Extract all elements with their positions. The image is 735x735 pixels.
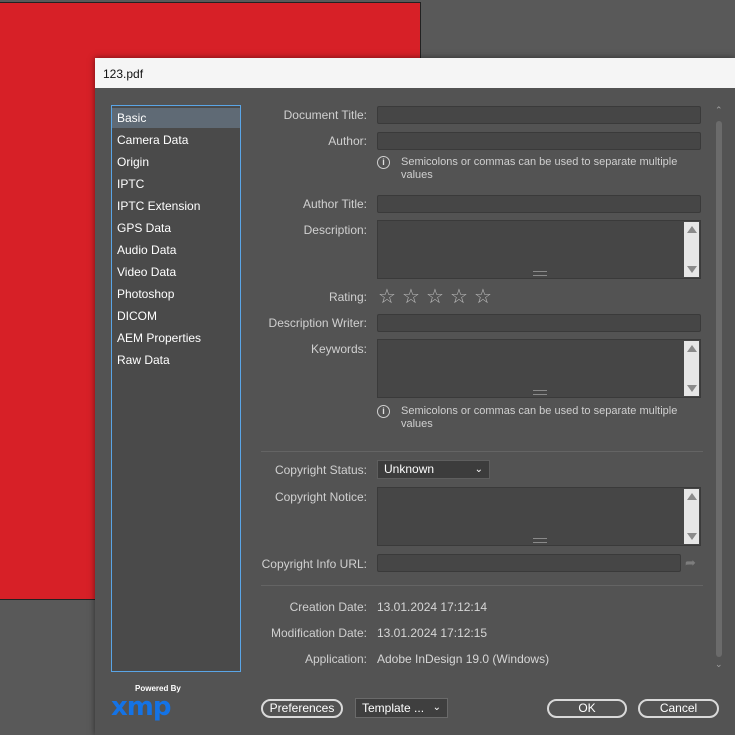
application-label: Application:: [304, 652, 367, 666]
application-value: Adobe InDesign 19.0 (Windows): [377, 652, 550, 666]
copyright-url-label: Copyright Info URL:: [261, 557, 367, 571]
keywords-label: Keywords:: [310, 342, 367, 356]
info-icon: i: [377, 405, 390, 418]
info-icon: i: [377, 156, 390, 169]
author-field[interactable]: [377, 132, 701, 150]
divider: [261, 585, 703, 586]
scroll-down-icon[interactable]: ⌄: [715, 659, 723, 670]
scroll-down-icon[interactable]: [687, 385, 697, 392]
star-outline-icon[interactable]: ☆: [401, 287, 421, 307]
copyright-status-value: Unknown: [384, 462, 435, 476]
keywords-textarea[interactable]: [377, 339, 701, 398]
scroll-up-icon[interactable]: [687, 345, 697, 352]
sidebar-item-origin[interactable]: Origin: [112, 152, 240, 172]
chevron-down-icon: ⌄: [432, 702, 441, 713]
file-info-dialog: 123.pdf Basic Camera Data Origin IPTC IP…: [95, 58, 735, 735]
author-title-label: Author Title:: [302, 197, 367, 211]
sidebar-item-gps-data[interactable]: GPS Data: [112, 218, 240, 238]
sidebar-item-photoshop[interactable]: Photoshop: [112, 284, 240, 304]
scroll-up-icon[interactable]: ⌃: [715, 105, 723, 116]
divider: [261, 451, 703, 452]
description-writer-field[interactable]: [377, 314, 701, 332]
resize-grip-icon[interactable]: [533, 538, 547, 543]
star-outline-icon[interactable]: ☆: [449, 287, 469, 307]
dialog-titlebar[interactable]: 123.pdf: [95, 58, 735, 88]
template-dropdown[interactable]: Template ... ⌄: [355, 698, 448, 718]
description-textarea[interactable]: [377, 220, 701, 279]
modification-date-label: Modification Date:: [270, 626, 367, 640]
scroll-up-icon[interactable]: [687, 226, 697, 233]
share-arrow-icon[interactable]: ➦: [685, 555, 696, 571]
scrollbar-thumb[interactable]: [716, 121, 722, 657]
chevron-down-icon: ⌄: [474, 464, 483, 475]
copyright-notice-label: Copyright Notice:: [274, 490, 367, 504]
resize-grip-icon[interactable]: [533, 390, 547, 395]
rating-stars: ☆ ☆ ☆ ☆ ☆: [377, 287, 497, 307]
copyright-notice-textarea[interactable]: [377, 487, 701, 546]
sidebar-item-basic[interactable]: Basic: [112, 108, 240, 128]
form-scrollbar[interactable]: ⌃ ⌄: [714, 105, 724, 670]
copyright-notice-scrollbar[interactable]: [684, 489, 699, 544]
cancel-button[interactable]: Cancel: [638, 699, 719, 718]
dialog-title: 123.pdf: [103, 67, 144, 81]
sidebar-item-aem-properties[interactable]: AEM Properties: [112, 328, 240, 348]
copyright-url-field[interactable]: [377, 554, 681, 572]
creation-date-label: Creation Date:: [289, 600, 367, 614]
author-label: Author:: [328, 134, 367, 148]
scroll-up-icon[interactable]: [687, 493, 697, 500]
author-hint-text: Semicolons or commas can be used to sepa…: [401, 156, 678, 181]
copyright-status-select[interactable]: Unknown ⌄: [377, 460, 490, 479]
preferences-button[interactable]: Preferences: [261, 699, 343, 718]
sidebar-item-iptc-extension[interactable]: IPTC Extension: [112, 196, 240, 216]
description-label: Description:: [303, 223, 367, 237]
keywords-hint-text: Semicolons or commas can be used to sepa…: [401, 405, 678, 430]
sidebar-item-camera-data[interactable]: Camera Data: [112, 130, 240, 150]
sidebar-item-raw-data[interactable]: Raw Data: [112, 350, 240, 370]
scroll-down-icon[interactable]: [687, 533, 697, 540]
sidebar-item-video-data[interactable]: Video Data: [112, 262, 240, 282]
description-writer-label: Description Writer:: [268, 316, 367, 330]
keywords-scrollbar[interactable]: [684, 341, 699, 396]
author-title-field[interactable]: [377, 195, 701, 213]
category-list: Basic Camera Data Origin IPTC IPTC Exten…: [111, 105, 241, 672]
document-title-field[interactable]: [377, 106, 701, 124]
sidebar-item-audio-data[interactable]: Audio Data: [112, 240, 240, 260]
sidebar-item-iptc[interactable]: IPTC: [112, 174, 240, 194]
description-scrollbar[interactable]: [684, 222, 699, 277]
document-title-label: Document Title:: [283, 108, 367, 122]
star-outline-icon[interactable]: ☆: [473, 287, 493, 307]
resize-grip-icon[interactable]: [533, 271, 547, 276]
sidebar-item-dicom[interactable]: DICOM: [112, 306, 240, 326]
modification-date-value: 13.01.2024 17:12:15: [377, 626, 488, 640]
star-outline-icon[interactable]: ☆: [425, 287, 445, 307]
template-label: Template ...: [362, 701, 425, 715]
rating-label: Rating:: [328, 290, 367, 304]
star-outline-icon[interactable]: ☆: [377, 287, 397, 307]
copyright-status-label: Copyright Status:: [274, 463, 367, 477]
ok-button[interactable]: OK: [547, 699, 627, 718]
scroll-down-icon[interactable]: [687, 266, 697, 273]
xmp-logo-text: xmp: [111, 692, 171, 722]
creation-date-value: 13.01.2024 17:12:14: [377, 600, 488, 614]
